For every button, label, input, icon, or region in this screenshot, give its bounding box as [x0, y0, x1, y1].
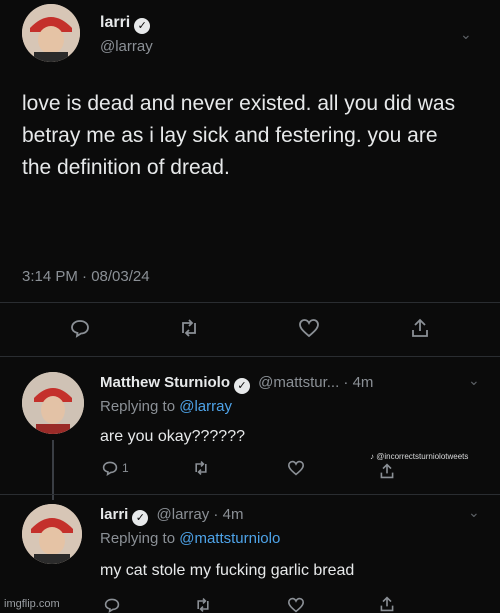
reply-handle-time: @mattstur... · 4m — [258, 374, 374, 391]
share-icon[interactable] — [379, 462, 395, 480]
tiktok-icon: ♪ — [370, 452, 374, 461]
divider — [0, 494, 500, 495]
reply-author[interactable]: Matthew Sturniolo ✓ @mattstur... · 4m — [100, 374, 373, 394]
share-icon[interactable] — [410, 317, 430, 339]
thread-line — [52, 440, 54, 500]
mention-link[interactable]: @mattsturniolo — [179, 530, 280, 547]
imgflip-watermark: imgflip.com — [4, 598, 60, 610]
like-icon[interactable] — [287, 597, 305, 613]
verified-icon: ✓ — [132, 509, 149, 526]
mention-link[interactable]: @larray — [179, 398, 232, 415]
reply-text: are you okay?????? — [100, 428, 245, 445]
tweet-text: love is dead and never existed. all you … — [22, 92, 456, 179]
retweet-icon[interactable] — [178, 318, 200, 338]
reply-avatar[interactable] — [22, 372, 84, 434]
watermark: ♪ @incorrectsturniolotweets — [370, 452, 469, 461]
retweet-icon[interactable] — [194, 597, 212, 613]
reply-avatar[interactable] — [22, 504, 82, 564]
share-icon[interactable] — [379, 595, 395, 613]
avatar[interactable] — [22, 4, 80, 62]
reply-icon[interactable] — [102, 460, 118, 476]
chevron-down-icon[interactable]: ⌄ — [468, 504, 480, 521]
verified-icon: ✓ — [134, 17, 151, 34]
reply-author[interactable]: larri ✓ @larray · 4m — [100, 506, 243, 526]
reply-icon[interactable] — [104, 597, 120, 613]
verified-icon: ✓ — [234, 377, 250, 394]
like-icon[interactable] — [287, 460, 305, 476]
chevron-down-icon[interactable]: ⌄ — [468, 372, 480, 389]
reply-icon[interactable] — [70, 318, 90, 338]
author-handle[interactable]: @larray — [100, 38, 153, 55]
retweet-icon[interactable] — [192, 460, 210, 476]
reply-count: 1 — [122, 461, 129, 475]
tweet-timestamp[interactable]: 3:14 PM · 08/03/24 — [22, 268, 150, 285]
replying-to: Replying to @mattsturniolo — [100, 530, 281, 547]
divider — [0, 302, 500, 303]
reply-handle-time: @larray · 4m — [156, 506, 244, 523]
author-name[interactable]: larri ✓ — [100, 14, 151, 34]
like-icon[interactable] — [298, 318, 320, 338]
chevron-down-icon[interactable]: ⌄ — [460, 26, 472, 43]
replying-to: Replying to @larray — [100, 398, 232, 415]
divider — [0, 356, 500, 357]
reply-text: my cat stole my fucking garlic bread — [100, 562, 355, 579]
